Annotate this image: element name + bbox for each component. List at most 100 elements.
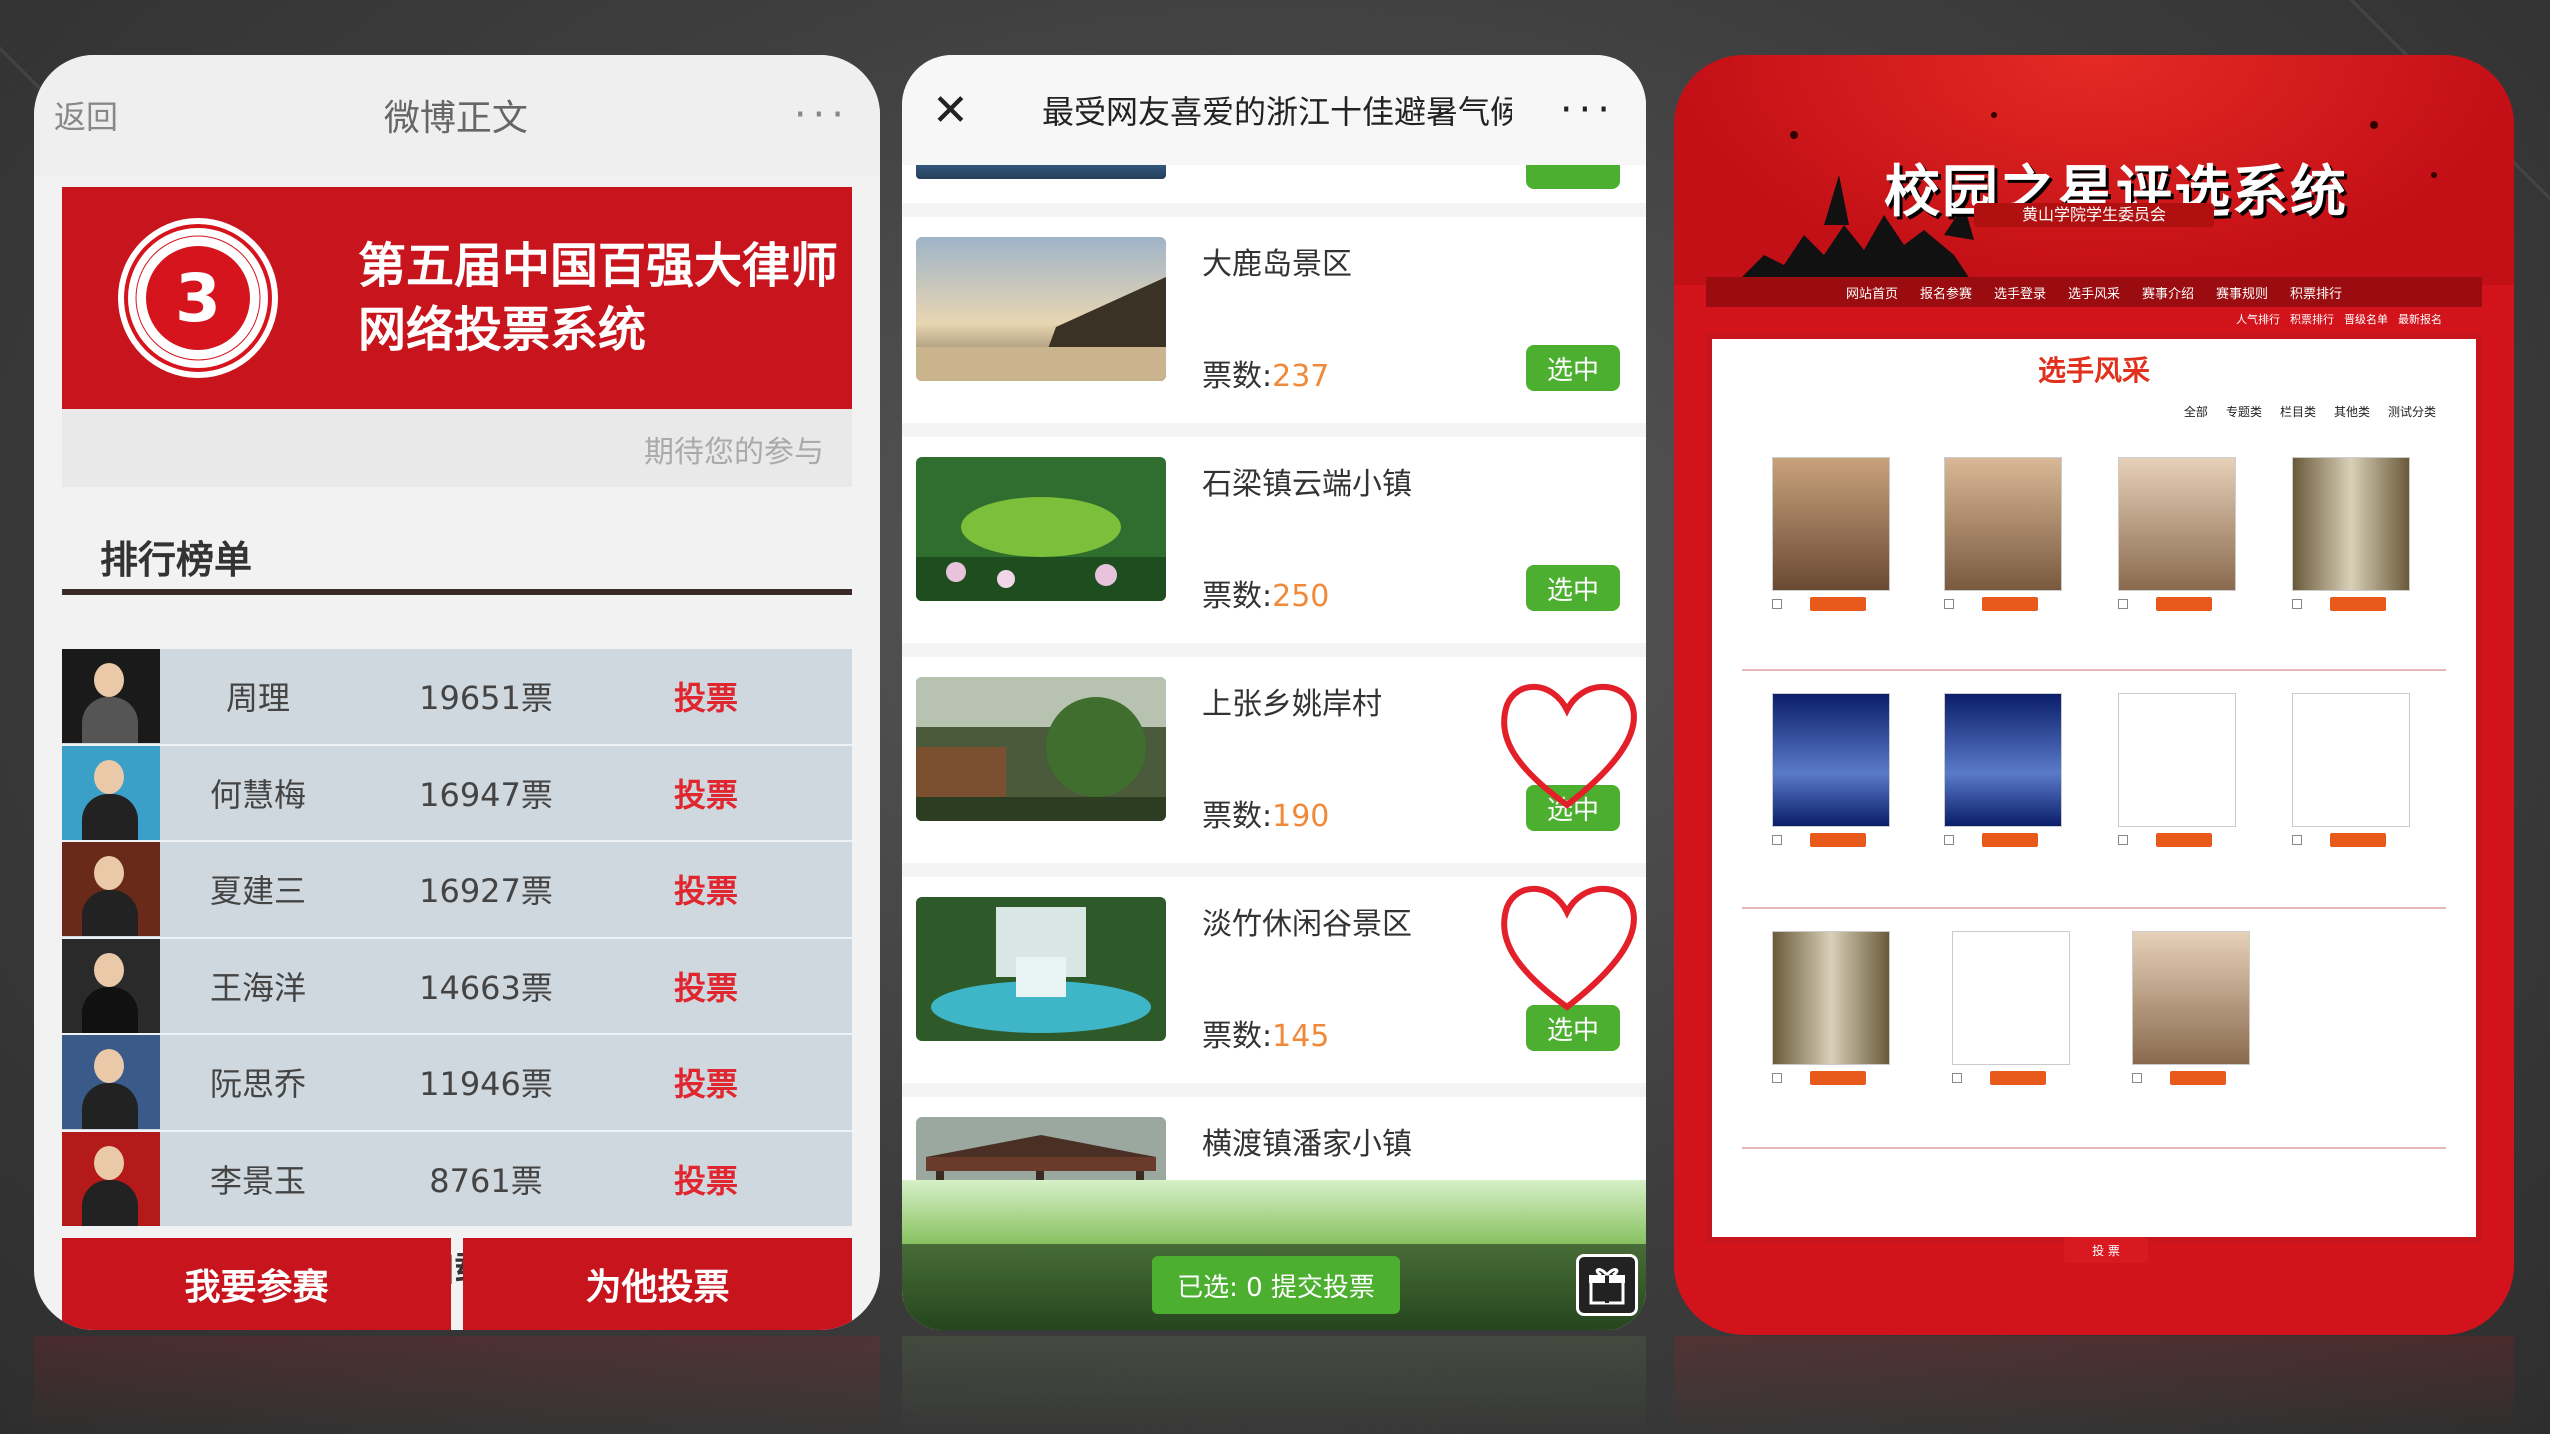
avatar (62, 1131, 160, 1226)
scenic-photo (916, 457, 1166, 601)
vote-button[interactable] (1810, 833, 1866, 847)
sub-nav-item[interactable]: 积票排行 (2290, 311, 2334, 327)
main-nav: 网站首页 报名参赛 选手登录 选手风采 赛事介绍 赛事规则 积票排行 (1706, 277, 2482, 307)
nav-item[interactable]: 赛事规则 (2216, 283, 2268, 302)
contestant-photo[interactable] (2292, 457, 2410, 591)
banner-title-line2: 网络投票系统 (358, 302, 647, 358)
contestant-card (1772, 931, 1902, 1085)
nav-item[interactable]: 积票排行 (2290, 283, 2342, 302)
gift-icon[interactable] (1576, 1254, 1638, 1316)
select-checkbox[interactable] (1952, 1073, 1962, 1083)
contestant-card (2292, 693, 2422, 847)
scenic-photo (916, 237, 1166, 381)
sub-nav-item[interactable]: 最新报名 (2398, 311, 2442, 327)
contestant-card (1944, 457, 2074, 611)
vote-for-him-button[interactable]: 为他投票 (463, 1238, 852, 1330)
contestant-card (2132, 931, 2262, 1085)
select-checkbox[interactable] (1772, 1073, 1782, 1083)
contestant-photo[interactable] (1772, 693, 1890, 827)
contestant-photo[interactable] (2292, 693, 2410, 827)
candidate-votes: 16927票 (419, 872, 553, 911)
contestant-photo[interactable] (1772, 457, 1890, 591)
vote-button[interactable]: 投票 (616, 1059, 796, 1105)
vote-button[interactable] (2156, 597, 2212, 611)
select-checkbox[interactable] (1772, 835, 1782, 845)
close-icon[interactable]: ✕ (932, 85, 992, 136)
filter-item[interactable]: 其他类 (2334, 403, 2370, 420)
back-button[interactable]: 返回 (54, 92, 118, 138)
contestant-photo[interactable] (2118, 693, 2236, 827)
select-button[interactable]: 选中 (1526, 345, 1620, 391)
candidate-votes: 14663票 (419, 968, 553, 1007)
nav-item[interactable]: 报名参赛 (1920, 283, 1972, 302)
vote-button[interactable]: 投票 (616, 963, 796, 1009)
nav-item[interactable]: 赛事介绍 (2142, 283, 2194, 302)
vote-button[interactable] (2330, 597, 2386, 611)
candidate-name: 何慧梅 (209, 775, 306, 814)
more-icon[interactable]: ··· (794, 92, 850, 138)
candidate-name: 李景玉 (209, 1161, 306, 1200)
sub-nav-item[interactable]: 人气排行 (2236, 311, 2280, 327)
contestant-photo[interactable] (1772, 931, 1890, 1065)
banner-title-line1: 第五届中国百强大律师 (358, 238, 839, 294)
contestant-photo[interactable] (2118, 457, 2236, 591)
select-checkbox[interactable] (1944, 599, 1954, 609)
nav-item[interactable]: 网站首页 (1846, 283, 1898, 302)
more-icon[interactable]: ··· (1560, 87, 1616, 133)
vote-button[interactable] (1982, 833, 2038, 847)
page-title: 微博正文 (383, 98, 528, 139)
contestant-photo[interactable] (2132, 931, 2250, 1065)
top-bar: 返回 微博正文 ··· (34, 55, 880, 175)
join-button[interactable]: 我要参赛 (62, 1238, 451, 1330)
select-checkbox[interactable] (2118, 835, 2128, 845)
vote-button[interactable]: 投票 (616, 673, 796, 719)
contestant-photo[interactable] (1952, 931, 2070, 1065)
vote-button[interactable]: 投票 (616, 1156, 796, 1202)
candidate-votes: 19651票 (419, 679, 553, 718)
filter-item[interactable]: 测试分类 (2388, 403, 2436, 420)
vote-button[interactable] (1810, 597, 1866, 611)
vote-button[interactable] (1810, 1071, 1866, 1085)
reflection (902, 1336, 1646, 1434)
divider (1742, 669, 2446, 671)
select-checkbox[interactable] (2118, 599, 2128, 609)
select-button[interactable]: 选中 (1526, 565, 1620, 611)
ranking-list: 周理 19651票 投票 何慧梅 16947票 投票 夏建三 16927票 投票… (62, 649, 852, 1228)
nav-item[interactable]: 选手登录 (1994, 283, 2046, 302)
select-checkbox[interactable] (2292, 599, 2302, 609)
vote-button[interactable] (2156, 833, 2212, 847)
campus-star-screen: 校园之星评选系统 黄山学院学生委员会 网站首页 报名参赛 选手登录 选手风采 赛… (1674, 55, 2514, 1335)
scenic-photo (916, 677, 1166, 821)
contestant-photo[interactable] (1944, 457, 2062, 591)
scenic-name: 横渡镇潘家小镇 (1202, 1127, 1412, 1162)
vote-button[interactable] (1990, 1071, 2046, 1085)
ranking-row: 周理 19651票 投票 (62, 649, 852, 746)
select-checkbox[interactable] (1944, 835, 1954, 845)
vote-button[interactable]: 投票 (616, 770, 796, 816)
sub-nav-item[interactable]: 晋级名单 (2344, 311, 2388, 327)
filter-item[interactable]: 栏目类 (2280, 403, 2316, 420)
filter-item[interactable]: 专题类 (2226, 403, 2262, 420)
scenic-photo (916, 897, 1166, 1041)
nav-item[interactable]: 选手风采 (2068, 283, 2120, 302)
avatar (62, 938, 160, 1033)
header: 校园之星评选系统 黄山学院学生委员会 (1674, 55, 2514, 285)
select-button[interactable]: 选中 (1526, 785, 1620, 831)
list-item: 上张乡姚岸村 票数:190 选中 (902, 657, 1646, 863)
divider (1742, 1147, 2446, 1149)
contestant-photo[interactable] (1944, 693, 2062, 827)
scenic-name: 石梁镇云端小镇 (1202, 467, 1412, 502)
select-button[interactable]: 选中 (1526, 1005, 1620, 1051)
vote-button[interactable]: 投票 (616, 866, 796, 912)
select-checkbox[interactable] (2292, 835, 2302, 845)
submit-vote-button[interactable]: 投 票 (2064, 1237, 2148, 1263)
vote-button[interactable] (1982, 597, 2038, 611)
contestant-card (1772, 693, 1902, 847)
banner: 3 第五届中国百强大律师 网络投票系统 (62, 187, 852, 409)
filter-item[interactable]: 全部 (2184, 403, 2208, 420)
vote-button[interactable] (2330, 833, 2386, 847)
vote-button[interactable] (2170, 1071, 2226, 1085)
submit-vote-button[interactable]: 已选: 0 提交投票 (1152, 1256, 1400, 1314)
select-checkbox[interactable] (1772, 599, 1782, 609)
select-checkbox[interactable] (2132, 1073, 2142, 1083)
